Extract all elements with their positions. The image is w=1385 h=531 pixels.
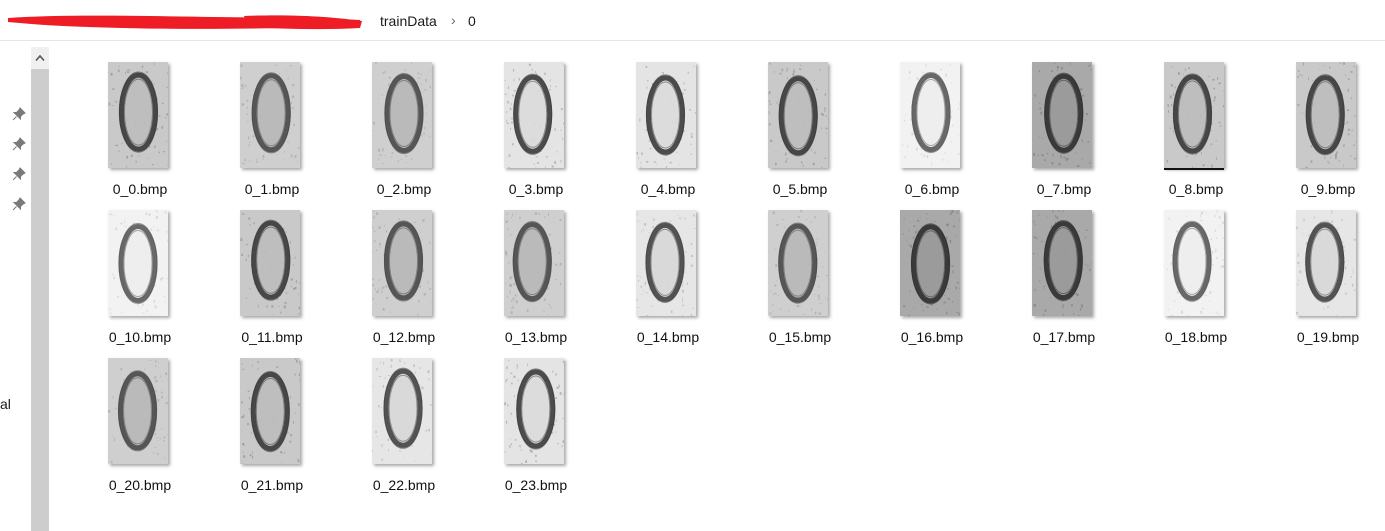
file-name-label: 0_18.bmp	[1164, 329, 1228, 345]
file-item[interactable]: 0_0.bmp	[76, 48, 204, 197]
file-item[interactable]: 0_6.bmp	[868, 48, 996, 197]
thumbnail-underline	[1164, 168, 1224, 170]
file-thumbnail[interactable]	[108, 358, 168, 464]
navigation-pane: al	[0, 41, 30, 531]
file-item[interactable]: 0_8.bmp	[1132, 48, 1260, 197]
file-name-label: 0_15.bmp	[768, 329, 832, 345]
scroll-up-button[interactable]	[31, 47, 49, 69]
file-item[interactable]: 0_1.bmp	[208, 48, 336, 197]
file-thumbnail[interactable]	[240, 210, 300, 316]
chevron-right-icon[interactable]: ›	[451, 11, 456, 29]
address-bar[interactable]: trainData › 0	[0, 0, 1385, 41]
file-thumbnail[interactable]	[1296, 62, 1356, 168]
vertical-scrollbar[interactable]	[31, 47, 49, 531]
file-thumbnail[interactable]	[372, 62, 432, 168]
file-thumbnail[interactable]	[900, 210, 960, 316]
file-thumbnail[interactable]	[240, 358, 300, 464]
file-name-label: 0_19.bmp	[1296, 329, 1360, 345]
file-thumbnail[interactable]	[504, 210, 564, 316]
file-thumbnail[interactable]	[1164, 62, 1224, 168]
file-thumbnail[interactable]	[1164, 210, 1224, 316]
file-item[interactable]: 0_17.bmp	[1000, 196, 1128, 345]
file-name-label: 0_14.bmp	[636, 329, 700, 345]
file-item[interactable]: 0_12.bmp	[340, 196, 468, 345]
file-thumbnail[interactable]	[1032, 62, 1092, 168]
file-name-label: 0_20.bmp	[108, 477, 172, 493]
file-thumbnail[interactable]	[768, 210, 828, 316]
file-item[interactable]: 0_19.bmp	[1264, 196, 1385, 345]
file-item[interactable]: 0_4.bmp	[604, 48, 732, 197]
nav-item-label[interactable]: al	[0, 396, 11, 412]
file-item[interactable]: 0_13.bmp	[472, 196, 600, 345]
file-item[interactable]: 0_9.bmp	[1264, 48, 1385, 197]
file-name-label: 0_17.bmp	[1032, 329, 1096, 345]
file-name-label: 0_22.bmp	[372, 477, 436, 493]
file-name-label: 0_23.bmp	[504, 477, 568, 493]
file-thumbnail[interactable]	[1032, 210, 1092, 316]
file-item[interactable]: 0_23.bmp	[472, 344, 600, 493]
file-item[interactable]: 0_11.bmp	[208, 196, 336, 345]
file-name-label: 0_21.bmp	[240, 477, 304, 493]
file-thumbnail[interactable]	[372, 210, 432, 316]
file-item[interactable]: 0_16.bmp	[868, 196, 996, 345]
file-thumbnail[interactable]	[768, 62, 828, 168]
file-thumbnail[interactable]	[108, 62, 168, 168]
file-item[interactable]: 0_5.bmp	[736, 48, 864, 197]
pin-icon[interactable]	[12, 167, 26, 181]
file-item[interactable]: 0_15.bmp	[736, 196, 864, 345]
file-item[interactable]: 0_2.bmp	[340, 48, 468, 197]
file-item[interactable]: 0_18.bmp	[1132, 196, 1260, 345]
pin-icon[interactable]	[12, 137, 26, 151]
file-item[interactable]: 0_20.bmp	[76, 344, 204, 493]
file-thumbnail[interactable]	[900, 62, 960, 168]
pin-icon[interactable]	[12, 197, 26, 211]
file-name-label: 0_16.bmp	[900, 329, 964, 345]
file-thumbnail[interactable]	[240, 62, 300, 168]
pin-icon[interactable]	[12, 107, 26, 121]
chevron-up-icon	[35, 54, 45, 62]
file-thumbnail[interactable]	[636, 210, 696, 316]
file-thumbnail[interactable]	[504, 62, 564, 168]
file-thumbnail[interactable]	[108, 210, 168, 316]
redaction-mark	[8, 15, 362, 30]
file-item[interactable]: 0_10.bmp	[76, 196, 204, 345]
scroll-thumb[interactable]	[31, 69, 49, 531]
file-item[interactable]: 0_7.bmp	[1000, 48, 1128, 197]
file-item[interactable]: 0_21.bmp	[208, 344, 336, 493]
breadcrumb-traindata[interactable]: trainData	[380, 12, 437, 30]
breadcrumb-current-folder[interactable]: 0	[468, 12, 476, 30]
file-thumbnail[interactable]	[636, 62, 696, 168]
file-item[interactable]: 0_14.bmp	[604, 196, 732, 345]
file-thumbnail[interactable]	[372, 358, 432, 464]
file-item[interactable]: 0_22.bmp	[340, 344, 468, 493]
file-thumbnail[interactable]	[1296, 210, 1356, 316]
file-thumbnail[interactable]	[504, 358, 564, 464]
file-item[interactable]: 0_3.bmp	[472, 48, 600, 197]
